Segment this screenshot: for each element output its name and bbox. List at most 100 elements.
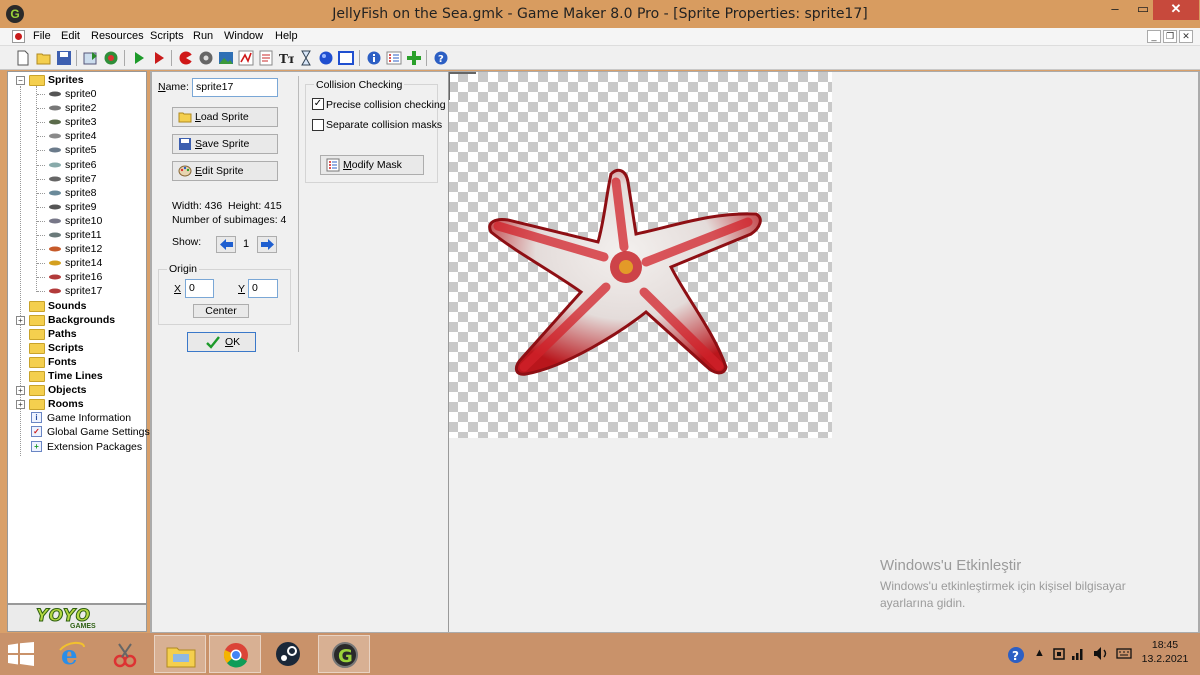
add-sprite-icon[interactable] [178,50,194,66]
add-room-icon[interactable] [338,50,354,66]
show-hidden-icons[interactable]: ▲ [1034,647,1045,659]
tree-item-sprite[interactable]: sprite2 [65,101,97,115]
tree-item-sprite[interactable]: sprite3 [65,115,97,129]
taskbar-clock[interactable]: 18:45 13.2.2021 [1140,638,1190,666]
mdi-restore-button[interactable]: ❐ [1163,30,1177,43]
help-icon[interactable]: ? [433,50,449,66]
tree-item-setting[interactable]: Game Information [47,411,131,425]
save-sprite-button[interactable]: Save Sprite [172,134,278,154]
create-executable-icon[interactable] [83,50,99,66]
sprite-thumbnail-icon [47,230,63,240]
next-subimage-button[interactable] [257,236,277,253]
extension-packages-icon[interactable] [406,50,422,66]
menu-resources[interactable]: Resources [91,30,144,42]
add-timeline-icon[interactable] [298,50,314,66]
tree-folder[interactable]: Objects [48,383,87,397]
center-button[interactable]: Center [193,304,249,318]
load-sprite-button[interactable]: Load Sprite [172,107,278,127]
tree-item-sprite[interactable]: sprite14 [65,256,102,270]
preview-area-lower [448,438,832,632]
open-folder-icon[interactable] [36,50,52,66]
run-icon[interactable] [131,50,147,66]
save-icon[interactable] [56,50,72,66]
tree-folder[interactable]: Sounds [48,299,87,313]
height-text: Height: 415 [228,200,282,212]
separate-masks-checkbox[interactable] [312,119,324,131]
precise-collision-checkbox[interactable]: ✓ [312,98,324,110]
tree-folder[interactable]: Scripts [48,341,84,355]
edit-sprite-button[interactable]: Edit Sprite [172,161,278,181]
clock-date: 13.2.2021 [1141,653,1189,665]
origin-y-input[interactable]: 0 [248,279,278,298]
menu-help[interactable]: Help [275,30,298,42]
sprite-thumbnail-icon [47,272,63,282]
add-script-icon[interactable] [258,50,274,66]
modify-mask-button[interactable]: Modify Mask [320,155,424,175]
publish-icon[interactable] [103,50,119,66]
add-sound-icon[interactable] [198,50,214,66]
menu-scripts[interactable]: Scripts [150,30,184,42]
tree-folder[interactable]: Backgrounds [48,313,115,327]
help-tray-icon[interactable]: ? [1007,646,1025,664]
tree-item-sprite[interactable]: sprite16 [65,270,102,284]
start-button[interactable] [8,642,34,666]
tree-item-sprite[interactable]: sprite6 [65,158,97,172]
game-maker-icon[interactable]: G [318,635,370,673]
tree-folder[interactable]: Time Lines [48,369,103,383]
run-debug-icon[interactable] [151,50,167,66]
minimize-button[interactable]: ‒ [1100,0,1130,20]
tree-item-sprite[interactable]: sprite11 [65,228,102,242]
tree-item-sprite[interactable]: sprite10 [65,214,102,228]
collapse-icon[interactable]: − [16,76,25,85]
keyboard-tray-icon[interactable] [1116,646,1132,661]
file-explorer-icon[interactable] [154,635,206,673]
network-tray-icon[interactable] [1071,647,1085,661]
menu-edit[interactable]: Edit [61,30,80,42]
resource-tree[interactable]: − Sprites sprite0 sprite2 sprite3 sprite4 sp… [7,71,150,604]
tree-item-setting[interactable]: Global Game Settings [47,425,150,439]
svg-text:Tт: Tт [279,52,294,66]
internet-explorer-icon[interactable]: e [46,635,98,673]
tree-item-sprite[interactable]: sprite4 [65,129,97,143]
device-tray-icon[interactable] [1052,647,1066,661]
expand-icon[interactable]: + [16,400,25,410]
close-button[interactable]: ✕ [1153,0,1199,20]
mdi-minimize-button[interactable]: _ [1147,30,1161,43]
tree-folder-sprites[interactable]: Sprites [48,73,84,87]
add-path-icon[interactable] [238,50,254,66]
chrome-icon[interactable] [209,635,261,673]
ok-button[interactable]: OK [187,332,256,352]
sprite-thumbnail-icon [47,188,63,198]
game-information-icon[interactable] [366,50,382,66]
tree-item-sprite[interactable]: sprite9 [65,200,97,214]
menu-window[interactable]: Window [224,30,263,42]
mdi-close-button[interactable]: ✕ [1179,30,1193,43]
steam-icon[interactable] [262,635,314,673]
global-settings-icon[interactable] [386,50,402,66]
add-background-icon[interactable] [218,50,234,66]
document-icon[interactable] [12,30,25,43]
origin-x-input[interactable]: 0 [185,279,214,298]
tree-item-sprite[interactable]: sprite0 [65,87,97,101]
svg-text:G: G [338,646,353,667]
tree-folder[interactable]: Paths [48,327,77,341]
tree-folder[interactable]: Fonts [48,355,77,369]
tree-item-sprite[interactable]: sprite7 [65,172,97,186]
tree-item-sprite[interactable]: sprite8 [65,186,97,200]
menu-file[interactable]: File [33,30,51,42]
expand-icon[interactable]: + [16,315,25,325]
tree-item-setting[interactable]: Extension Packages [47,440,142,454]
tree-item-sprite[interactable]: sprite12 [65,242,102,256]
volume-tray-icon[interactable] [1093,646,1109,661]
new-file-icon[interactable] [15,50,31,66]
tree-item-sprite[interactable]: sprite5 [65,143,97,157]
tree-folder[interactable]: Rooms [48,397,84,411]
snipping-tool-icon[interactable] [99,635,151,673]
tree-item-sprite[interactable]: sprite17 [65,284,102,298]
menu-run[interactable]: Run [193,30,213,42]
previous-subimage-button[interactable] [216,236,236,253]
add-font-icon[interactable]: Tт [278,50,294,66]
sprite-name-input[interactable]: sprite17 [192,78,278,97]
add-object-icon[interactable] [318,50,334,66]
expand-icon[interactable]: + [16,386,25,396]
